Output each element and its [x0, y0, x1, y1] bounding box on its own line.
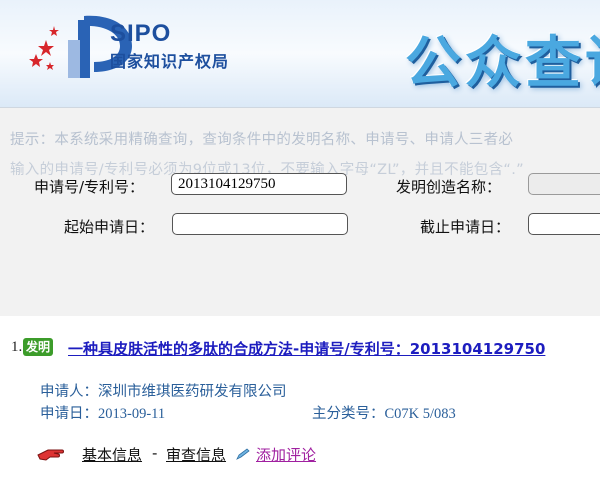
action-separator: - — [152, 444, 158, 462]
search-tip-line1: 提示：本系统采用精确查询，查询条件中的发明名称、申请号、申请人三者必 — [10, 132, 514, 148]
basic-info-link[interactable]: 基本信息 — [82, 444, 142, 465]
end-date-input[interactable] — [528, 213, 600, 235]
add-comment-link[interactable]: 添加评论 — [256, 444, 316, 465]
application-number-input[interactable] — [171, 173, 347, 195]
banner-title: 公众查询 — [405, 31, 600, 96]
pointing-hand-icon — [37, 449, 64, 461]
ipc-value: C07K 5/083 — [384, 406, 456, 422]
application-number-label: 申请号/专利号： — [34, 178, 145, 196]
ipc-row: 主分类号：C07K 5/083 — [312, 402, 456, 423]
result-title-link[interactable]: 一种具皮肤活性的多肽的合成方法-申请号/专利号：2013104129750 — [68, 338, 545, 359]
pencil-icon — [236, 448, 250, 460]
start-date-label: 起始申请日： — [64, 218, 155, 236]
review-info-link[interactable]: 审查信息 — [166, 444, 226, 465]
site-header: SIPO 国家知识产权局 公众查询 — [0, 0, 600, 107]
filing-date-value: 2013-09-11 — [98, 406, 166, 422]
patent-type-badge: 发明 — [23, 338, 54, 356]
invention-name-label: 发明创造名称： — [396, 178, 502, 196]
applicant-row: 申请人：深圳市维琪医药研发有限公司 — [40, 380, 287, 401]
invention-name-input[interactable] — [528, 173, 600, 195]
search-panel: 提示：本系统采用精确查询，查询条件中的发明名称、申请号、申请人三者必 输入的申请… — [0, 107, 600, 317]
applicant-label: 申请人： — [40, 384, 98, 400]
logo-cn-text: 国家知识产权局 — [110, 52, 230, 71]
filing-date-row: 申请日：2013-09-11 — [40, 402, 165, 423]
filing-date-label: 申请日： — [40, 406, 98, 422]
result-list: 1. 发明 一种具皮肤活性的多肽的合成方法-申请号/专利号：2013104129… — [0, 316, 600, 482]
result-index: 1. — [11, 339, 23, 355]
logo-wordmark: SIPO 国家知识产权局 — [110, 22, 229, 72]
applicant-value: 深圳市维琪医药研发有限公司 — [98, 384, 287, 400]
end-date-label: 截止申请日： — [420, 218, 511, 236]
ipc-label: 主分类号： — [312, 406, 385, 422]
start-date-input[interactable] — [172, 213, 348, 235]
logo-en-text: SIPO — [110, 20, 172, 47]
